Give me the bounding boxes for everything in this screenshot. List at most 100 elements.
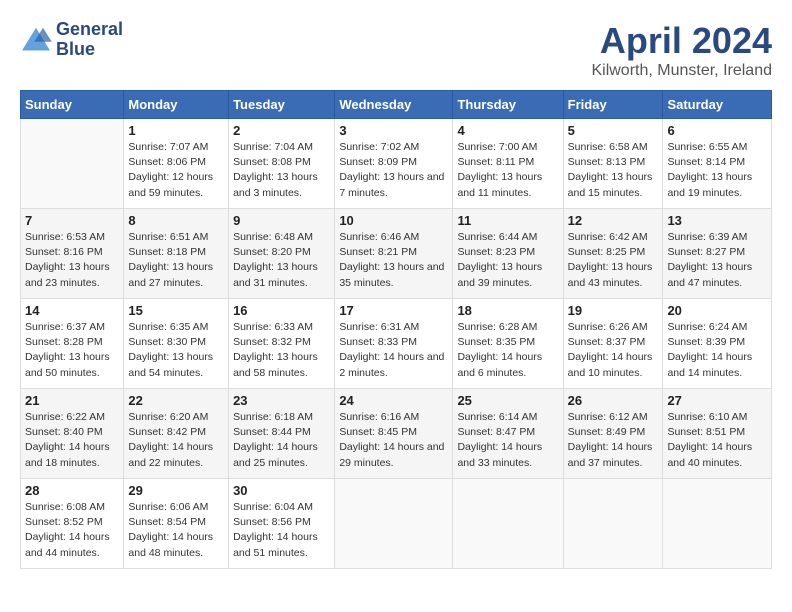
day-info: Sunrise: 6:18 AMSunset: 8:44 PMDaylight:… — [233, 410, 330, 471]
calendar-cell: 28Sunrise: 6:08 AMSunset: 8:52 PMDayligh… — [21, 479, 124, 569]
day-number: 28 — [25, 483, 119, 498]
day-info: Sunrise: 6:51 AMSunset: 8:18 PMDaylight:… — [128, 230, 224, 291]
calendar-cell: 20 Sunrise: 6:24 AMSunset: 8:39 PMDayligh… — [663, 299, 772, 389]
day-info: Sunrise: 6:28 AMSunset: 8:35 PMDaylight:… — [457, 320, 558, 381]
header-cell-thursday: Thursday — [453, 91, 563, 119]
week-row-2: 7Sunrise: 6:53 AMSunset: 8:16 PMDaylight… — [21, 209, 772, 299]
calendar-cell: 13 Sunrise: 6:39 AMSunset: 8:27 PMDayligh… — [663, 209, 772, 299]
day-number: 20 — [667, 303, 767, 318]
calendar-cell: 3 Sunrise: 7:02 AMSunset: 8:09 PMDaylight… — [335, 119, 453, 209]
day-info: Sunrise: 6:44 AMSunset: 8:23 PMDaylight:… — [457, 230, 558, 291]
header-cell-monday: Monday — [124, 91, 229, 119]
day-info: Sunrise: 6:55 AMSunset: 8:14 PMDaylight:… — [667, 140, 767, 201]
calendar-cell: 29Sunrise: 6:06 AMSunset: 8:54 PMDayligh… — [124, 479, 229, 569]
header-cell-saturday: Saturday — [663, 91, 772, 119]
calendar-cell: 27 Sunrise: 6:10 AMSunset: 8:51 PMDayligh… — [663, 389, 772, 479]
calendar-cell: 12 Sunrise: 6:42 AMSunset: 8:25 PMDayligh… — [563, 209, 663, 299]
day-number: 2 — [233, 123, 330, 138]
day-number: 15 — [128, 303, 224, 318]
calendar-cell: 24Sunrise: 6:16 AMSunset: 8:45 PMDayligh… — [335, 389, 453, 479]
day-number: 22 — [128, 393, 224, 408]
day-info: Sunrise: 6:46 AMSunset: 8:21 PMDaylight:… — [339, 230, 448, 291]
calendar-cell: 8 Sunrise: 6:51 AMSunset: 8:18 PMDaylight… — [124, 209, 229, 299]
day-info: Sunrise: 6:42 AMSunset: 8:25 PMDaylight:… — [568, 230, 659, 291]
day-number: 13 — [667, 213, 767, 228]
day-number: 11 — [457, 213, 558, 228]
day-info: Sunrise: 6:24 AMSunset: 8:39 PMDaylight:… — [667, 320, 767, 381]
week-row-3: 14Sunrise: 6:37 AMSunset: 8:28 PMDayligh… — [21, 299, 772, 389]
day-info: Sunrise: 6:12 AMSunset: 8:49 PMDaylight:… — [568, 410, 659, 471]
header-row: SundayMondayTuesdayWednesdayThursdayFrid… — [21, 91, 772, 119]
day-number: 1 — [128, 123, 224, 138]
calendar-cell: 19Sunrise: 6:26 AMSunset: 8:37 PMDayligh… — [563, 299, 663, 389]
day-number: 25 — [457, 393, 558, 408]
day-info: Sunrise: 6:14 AMSunset: 8:47 PMDaylight:… — [457, 410, 558, 471]
month-title: April 2024 — [591, 20, 772, 62]
calendar-cell: 17Sunrise: 6:31 AMSunset: 8:33 PMDayligh… — [335, 299, 453, 389]
day-info: Sunrise: 6:58 AMSunset: 8:13 PMDaylight:… — [568, 140, 659, 201]
calendar-cell: 25 Sunrise: 6:14 AMSunset: 8:47 PMDayligh… — [453, 389, 563, 479]
calendar-header: SundayMondayTuesdayWednesdayThursdayFrid… — [21, 91, 772, 119]
header-cell-sunday: Sunday — [21, 91, 124, 119]
header-cell-tuesday: Tuesday — [229, 91, 335, 119]
calendar-cell: 26 Sunrise: 6:12 AMSunset: 8:49 PMDayligh… — [563, 389, 663, 479]
day-info: Sunrise: 7:00 AMSunset: 8:11 PMDaylight:… — [457, 140, 558, 201]
day-number: 18 — [457, 303, 558, 318]
calendar-cell: 6 Sunrise: 6:55 AMSunset: 8:14 PMDaylight… — [663, 119, 772, 209]
calendar-body: 1 Sunrise: 7:07 AMSunset: 8:06 PMDaylight… — [21, 119, 772, 569]
day-number: 3 — [339, 123, 448, 138]
day-number: 14 — [25, 303, 119, 318]
day-number: 12 — [568, 213, 659, 228]
calendar-cell — [453, 479, 563, 569]
calendar-cell: 30 Sunrise: 6:04 AMSunset: 8:56 PMDayligh… — [229, 479, 335, 569]
calendar-cell — [663, 479, 772, 569]
calendar-cell — [563, 479, 663, 569]
title-block: April 2024 Kilworth, Munster, Ireland — [591, 20, 772, 80]
calendar-cell: 4 Sunrise: 7:00 AMSunset: 8:11 PMDaylight… — [453, 119, 563, 209]
day-info: Sunrise: 7:07 AMSunset: 8:06 PMDaylight:… — [128, 140, 224, 201]
day-number: 30 — [233, 483, 330, 498]
day-info: Sunrise: 6:04 AMSunset: 8:56 PMDaylight:… — [233, 500, 330, 561]
logo: General Blue — [20, 20, 123, 60]
location: Kilworth, Munster, Ireland — [591, 62, 772, 80]
calendar-cell: 18 Sunrise: 6:28 AMSunset: 8:35 PMDayligh… — [453, 299, 563, 389]
week-row-4: 21 Sunrise: 6:22 AMSunset: 8:40 PMDayligh… — [21, 389, 772, 479]
week-row-5: 28Sunrise: 6:08 AMSunset: 8:52 PMDayligh… — [21, 479, 772, 569]
day-number: 8 — [128, 213, 224, 228]
day-number: 29 — [128, 483, 224, 498]
calendar-cell: 11 Sunrise: 6:44 AMSunset: 8:23 PMDayligh… — [453, 209, 563, 299]
day-number: 17 — [339, 303, 448, 318]
calendar-cell: 2 Sunrise: 7:04 AMSunset: 8:08 PMDaylight… — [229, 119, 335, 209]
calendar-cell: 14Sunrise: 6:37 AMSunset: 8:28 PMDayligh… — [21, 299, 124, 389]
day-number: 26 — [568, 393, 659, 408]
day-info: Sunrise: 6:48 AMSunset: 8:20 PMDaylight:… — [233, 230, 330, 291]
day-info: Sunrise: 7:04 AMSunset: 8:08 PMDaylight:… — [233, 140, 330, 201]
calendar-cell — [335, 479, 453, 569]
day-number: 16 — [233, 303, 330, 318]
calendar-table: SundayMondayTuesdayWednesdayThursdayFrid… — [20, 90, 772, 569]
day-number: 6 — [667, 123, 767, 138]
day-info: Sunrise: 7:02 AMSunset: 8:09 PMDaylight:… — [339, 140, 448, 201]
day-number: 4 — [457, 123, 558, 138]
calendar-cell: 16 Sunrise: 6:33 AMSunset: 8:32 PMDayligh… — [229, 299, 335, 389]
calendar-cell: 23Sunrise: 6:18 AMSunset: 8:44 PMDayligh… — [229, 389, 335, 479]
day-number: 27 — [667, 393, 767, 408]
week-row-1: 1 Sunrise: 7:07 AMSunset: 8:06 PMDaylight… — [21, 119, 772, 209]
day-info: Sunrise: 6:39 AMSunset: 8:27 PMDaylight:… — [667, 230, 767, 291]
logo-text: General Blue — [56, 20, 123, 60]
day-info: Sunrise: 6:10 AMSunset: 8:51 PMDaylight:… — [667, 410, 767, 471]
day-number: 19 — [568, 303, 659, 318]
calendar-cell: 21 Sunrise: 6:22 AMSunset: 8:40 PMDayligh… — [21, 389, 124, 479]
calendar-cell: 15 Sunrise: 6:35 AMSunset: 8:30 PMDayligh… — [124, 299, 229, 389]
calendar-cell: 10 Sunrise: 6:46 AMSunset: 8:21 PMDayligh… — [335, 209, 453, 299]
page-header: General Blue April 2024 Kilworth, Munste… — [20, 20, 772, 80]
header-cell-friday: Friday — [563, 91, 663, 119]
day-info: Sunrise: 6:33 AMSunset: 8:32 PMDaylight:… — [233, 320, 330, 381]
day-number: 9 — [233, 213, 330, 228]
day-number: 21 — [25, 393, 119, 408]
logo-icon — [20, 26, 52, 54]
day-info: Sunrise: 6:35 AMSunset: 8:30 PMDaylight:… — [128, 320, 224, 381]
day-info: Sunrise: 6:22 AMSunset: 8:40 PMDaylight:… — [25, 410, 119, 471]
day-number: 24 — [339, 393, 448, 408]
day-number: 10 — [339, 213, 448, 228]
